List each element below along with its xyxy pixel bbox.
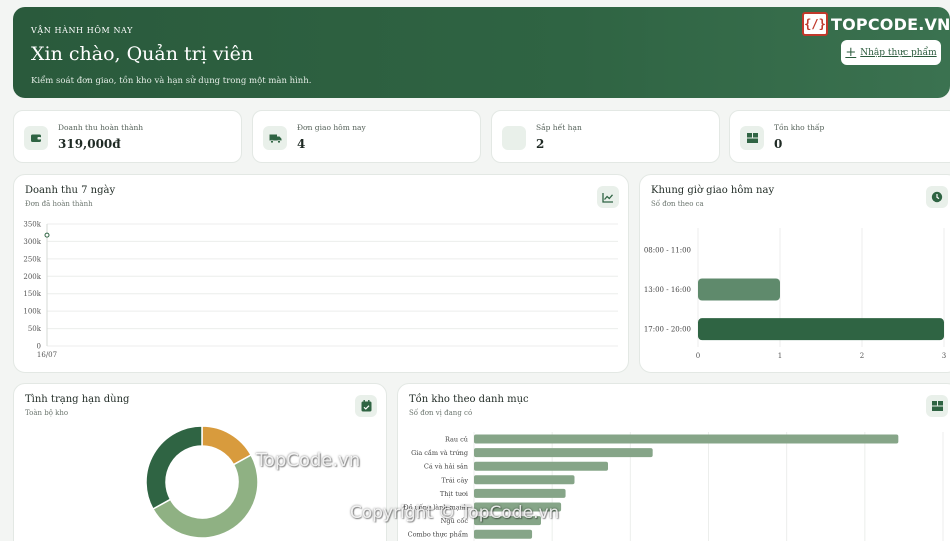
hero-subtitle: Kiểm soát đơn giao, tồn kho và hạn sử dụ… xyxy=(31,76,312,86)
category-label: Gia cầm và trứng xyxy=(411,448,468,457)
stat-value: 0 xyxy=(774,137,783,151)
brand-logo-text: TOPCODE.VN xyxy=(831,14,950,34)
bar xyxy=(698,318,944,341)
import-button-label: Nhập thực phẩm xyxy=(860,47,937,58)
x-tick-label: 16/07 xyxy=(37,351,57,359)
donut-slice xyxy=(145,425,203,510)
code-logo-icon: {/} xyxy=(802,12,828,36)
stat-label: Đơn giao hôm nay xyxy=(297,123,366,132)
x-tick-label: 3 xyxy=(942,352,946,360)
watermark-text: TopCode.vn xyxy=(256,450,361,471)
category-label: 13:00 - 16:00 xyxy=(644,286,691,294)
y-tick-label: 250k xyxy=(23,255,41,263)
bar xyxy=(474,461,608,471)
plus-icon: + xyxy=(845,45,857,60)
y-tick-label: 300k xyxy=(23,238,41,246)
stat-value: 4 xyxy=(297,137,306,151)
category-label: Rau củ xyxy=(445,435,468,444)
category-label: Trái cây xyxy=(441,476,468,484)
import-food-button[interactable]: + Nhập thực phẩm xyxy=(841,40,941,65)
bar xyxy=(474,529,533,539)
revenue-line-chart: 0 50k 100k 150k 200k 250k 300k 350k 16/07 xyxy=(23,221,618,359)
revenue-chart-card: Doanh thu 7 ngày Đơn đã hoàn thành 0 50k 1… xyxy=(13,174,629,373)
x-tick-label: 1 xyxy=(778,352,782,360)
delivery-slots-bar-chart: 0 1 2 3 08:00 - 11:00 13:00 - 16:00 17:00 - 20… xyxy=(644,228,946,360)
stat-label: Doanh thu hoàn thành xyxy=(58,123,144,132)
page-title: Xin chào, Quản trị viên xyxy=(31,43,254,65)
hero-eyebrow: VẬN HÀNH HÔM NAY xyxy=(31,26,133,35)
y-tick-label: 200k xyxy=(23,273,41,281)
y-tick-label: 150k xyxy=(23,290,41,298)
dashboard: VẬN HÀNH HÔM NAY Xin chào, Quản trị viên… xyxy=(0,0,950,541)
data-point xyxy=(44,232,50,238)
bar xyxy=(474,448,653,458)
stat-card-low-stock: Tồn kho thấp 0 xyxy=(729,110,950,163)
bar xyxy=(698,278,780,301)
category-label: Combo thực phẩm xyxy=(408,530,468,539)
y-tick-label: 0 xyxy=(37,343,41,351)
boxes-icon xyxy=(740,126,764,150)
wallet-icon xyxy=(24,126,48,150)
stat-card-deliveries: Đơn giao hôm nay 4 xyxy=(252,110,481,163)
stat-value: 319,000đ xyxy=(58,137,121,151)
category-label: 08:00 - 11:00 xyxy=(644,246,691,254)
y-tick-label: 100k xyxy=(23,308,41,316)
stat-card-revenue: Doanh thu hoàn thành 319,000đ xyxy=(13,110,242,163)
stat-value: 2 xyxy=(536,137,545,151)
category-label: Thịt tươi xyxy=(440,490,468,498)
x-tick-label: 2 xyxy=(860,352,864,360)
delivery-slots-card: Khung giờ giao hôm nay Số đơn theo ca 01… xyxy=(639,174,950,373)
stat-card-expiring: Sắp hết hạn 2 xyxy=(491,110,720,163)
category-label: Cá và hải sản xyxy=(424,462,468,471)
bar xyxy=(474,475,575,485)
truck-icon xyxy=(263,126,287,150)
copyright-watermark: Copyright © TopCode.vn xyxy=(350,503,560,523)
stat-label: Tồn kho thấp xyxy=(774,123,825,132)
hourglass-icon xyxy=(502,126,526,150)
x-tick-label: 0 xyxy=(696,352,700,360)
y-tick-label: 350k xyxy=(23,221,41,229)
bar xyxy=(474,434,899,444)
category-label: 17:00 - 20:00 xyxy=(644,326,691,334)
bar xyxy=(474,488,566,498)
brand-logo: {/} TOPCODE.VN xyxy=(802,12,950,36)
y-tick-label: 50k xyxy=(28,325,42,333)
stat-label: Sắp hết hạn xyxy=(536,123,582,132)
